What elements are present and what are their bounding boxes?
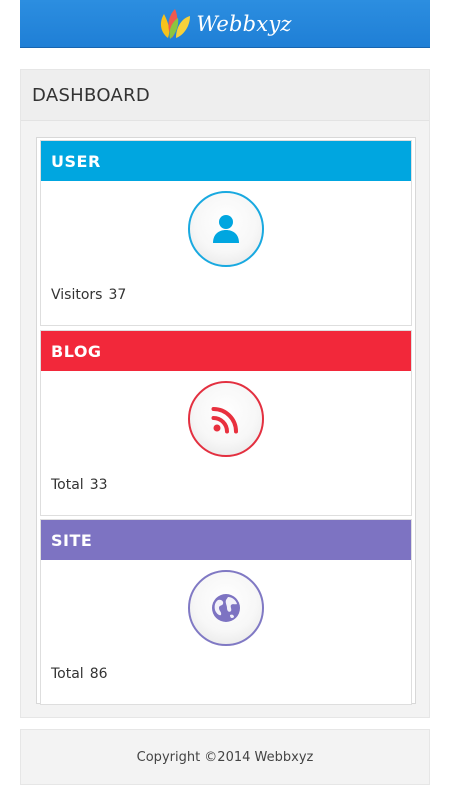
site-card-stat: Total 86 xyxy=(51,666,108,682)
card-header-user: USER xyxy=(41,141,411,181)
dashboard-cards: USER Visitors 37 BLOG Total 33 SITE Tota… xyxy=(36,137,416,705)
app-header: Webbxyz xyxy=(20,0,430,48)
dashboard-panel: DASHBOARD USER Visitors 37 BLOG Total 33… xyxy=(20,69,430,718)
card-header-site: SITE xyxy=(41,520,411,560)
stat-value: 86 xyxy=(89,666,108,682)
user-card-stat: Visitors 37 xyxy=(51,287,126,303)
rss-icon-circle xyxy=(188,381,264,457)
globe-icon-circle xyxy=(188,570,264,646)
globe-icon xyxy=(212,594,240,622)
logo-text: Webbxyz xyxy=(196,11,292,36)
blog-card-stat: Total 33 xyxy=(51,477,108,493)
user-icon-circle xyxy=(188,191,264,267)
stat-value: 33 xyxy=(89,477,108,493)
stat-label: Total xyxy=(51,477,84,493)
user-icon xyxy=(213,215,239,243)
leaf-logo-icon xyxy=(161,8,191,39)
page-title: DASHBOARD xyxy=(21,70,429,121)
copyright-text: Copyright ©2014 Webbxyz xyxy=(136,749,314,765)
stat-label: Visitors xyxy=(51,287,103,303)
logo[interactable]: Webbxyz xyxy=(158,8,291,40)
stat-label: Total xyxy=(51,666,84,682)
user-card[interactable]: USER Visitors 37 xyxy=(40,140,412,326)
site-card[interactable]: SITE Total 86 xyxy=(40,519,412,705)
rss-icon xyxy=(211,407,238,434)
blog-card[interactable]: BLOG Total 33 xyxy=(40,330,412,516)
stat-value: 37 xyxy=(108,287,127,303)
page-footer: Copyright ©2014 Webbxyz xyxy=(20,729,430,785)
card-header-blog: BLOG xyxy=(41,331,411,371)
